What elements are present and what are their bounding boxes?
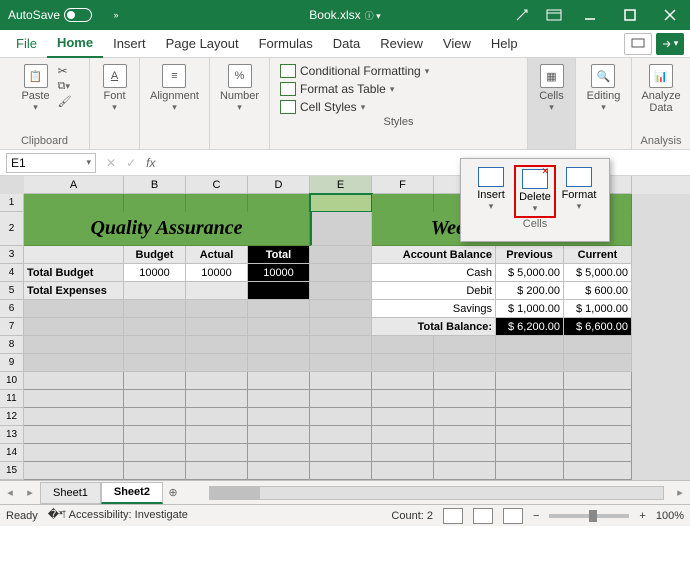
- tab-insert[interactable]: Insert: [103, 30, 156, 58]
- normal-view-icon[interactable]: [443, 508, 463, 524]
- count-status: Count: 2: [391, 510, 433, 522]
- alignment-button[interactable]: ≡Alignment▾: [146, 62, 203, 115]
- cells-popup-label: Cells: [523, 218, 547, 232]
- number-button[interactable]: %Number▾: [216, 62, 263, 115]
- paste-button[interactable]: 📋 Paste▾: [17, 62, 53, 115]
- cells-icon: ▦: [540, 64, 564, 88]
- tab-nav-right[interactable]: ▸: [20, 486, 40, 499]
- tab-formulas[interactable]: Formulas: [249, 30, 323, 58]
- tab-review[interactable]: Review: [370, 30, 433, 58]
- editing-button[interactable]: 🔍Editing▾: [583, 62, 625, 115]
- zoom-out-button[interactable]: −: [533, 510, 539, 522]
- analysis-label: Analysis: [641, 135, 682, 147]
- delete-icon: [522, 169, 548, 189]
- clipboard-label: Clipboard: [21, 135, 68, 147]
- insert-icon: [478, 167, 504, 187]
- ribbon-display-icon[interactable]: [538, 0, 570, 30]
- ribbon-tabs: File Home Insert Page Layout Formulas Da…: [0, 30, 690, 58]
- styles-label: Styles: [280, 116, 517, 128]
- ribbon: 📋 Paste▾ ✂ ⧉▾ 🖌 Clipboard AFont▾ ≡Alignm…: [0, 58, 690, 150]
- zoom-level[interactable]: 100%: [656, 510, 684, 522]
- active-cell-e1: [310, 194, 372, 212]
- name-box[interactable]: E1▾: [6, 153, 96, 173]
- enter-icon[interactable]: ✓: [126, 156, 136, 170]
- alignment-icon: ≡: [162, 64, 186, 88]
- format-painter-icon[interactable]: 🖌: [58, 95, 72, 108]
- table-icon: [280, 82, 296, 96]
- tab-view[interactable]: View: [433, 30, 481, 58]
- sheet-tabs: ◂ ▸ Sheet1 Sheet2 ⊕ ▸: [0, 480, 690, 504]
- share-button[interactable]: ▾: [656, 33, 684, 55]
- status-ready: Ready: [6, 510, 38, 522]
- analyze-icon: 📊: [649, 64, 673, 88]
- sheet-tab-2[interactable]: Sheet2: [101, 482, 163, 504]
- cancel-icon[interactable]: ✕: [106, 156, 116, 170]
- titlebar: AutoSave » Book.xlsxⓘ ▾: [0, 0, 690, 30]
- autosave-toggle[interactable]: AutoSave: [0, 8, 100, 22]
- tab-help[interactable]: Help: [481, 30, 528, 58]
- editing-icon: 🔍: [591, 64, 615, 88]
- zoom-in-button[interactable]: +: [639, 510, 645, 522]
- file-menu[interactable]: File: [6, 36, 47, 51]
- banner-qa: Quality Assurance: [90, 217, 242, 240]
- cut-icon[interactable]: ✂: [58, 64, 72, 78]
- quick-access-chevron[interactable]: »: [100, 0, 132, 30]
- row-headers[interactable]: 1 2 3 4 5 6 7 8 9 10 11 12 13 14 15: [0, 194, 24, 480]
- minimize-button[interactable]: [570, 0, 610, 30]
- delete-cells-button[interactable]: Delete▾: [514, 165, 556, 218]
- format-cells-button[interactable]: Format▾: [558, 165, 600, 218]
- page-break-view-icon[interactable]: [503, 508, 523, 524]
- zoom-slider[interactable]: [549, 514, 629, 518]
- insert-cells-button[interactable]: Insert▾: [470, 165, 512, 218]
- copy-icon[interactable]: ⧉▾: [58, 80, 72, 93]
- tab-nav-left[interactable]: ◂: [0, 486, 20, 499]
- cells-button[interactable]: ▦Cells▾: [535, 62, 567, 115]
- format-as-table-button[interactable]: Format as Table▾: [280, 80, 517, 98]
- horizontal-scrollbar[interactable]: [209, 486, 664, 500]
- cf-icon: [280, 64, 296, 78]
- page-layout-view-icon[interactable]: [473, 508, 493, 524]
- fx-icon[interactable]: fx: [146, 156, 155, 170]
- analyze-data-button[interactable]: 📊Analyze Data: [637, 62, 684, 116]
- tab-page-layout[interactable]: Page Layout: [156, 30, 249, 58]
- close-button[interactable]: [650, 0, 690, 30]
- format-icon: [566, 167, 592, 187]
- comments-button[interactable]: [624, 33, 652, 55]
- cellstyle-icon: [280, 100, 296, 114]
- maximize-button[interactable]: [610, 0, 650, 30]
- clipboard-icon: 📋: [24, 64, 48, 88]
- font-icon: A: [103, 64, 127, 88]
- tab-home[interactable]: Home: [47, 30, 103, 58]
- sheet-tab-1[interactable]: Sheet1: [40, 482, 101, 504]
- status-bar: Ready �শ Accessibility: Investigate Coun…: [0, 504, 690, 526]
- conditional-formatting-button[interactable]: Conditional Formatting▾: [280, 62, 517, 80]
- cells-dropdown-popup: Insert▾ Delete▾ Format▾ Cells: [460, 158, 610, 242]
- document-title: Book.xlsxⓘ ▾: [309, 8, 380, 22]
- accessibility-status[interactable]: �শ Accessibility: Investigate: [48, 506, 188, 525]
- font-button[interactable]: AFont▾: [99, 62, 131, 115]
- percent-icon: %: [228, 64, 252, 88]
- add-sheet-button[interactable]: ⊕: [163, 486, 183, 499]
- coming-soon-icon[interactable]: [506, 0, 538, 30]
- tab-data[interactable]: Data: [323, 30, 370, 58]
- cell-styles-button[interactable]: Cell Styles▾: [280, 98, 517, 116]
